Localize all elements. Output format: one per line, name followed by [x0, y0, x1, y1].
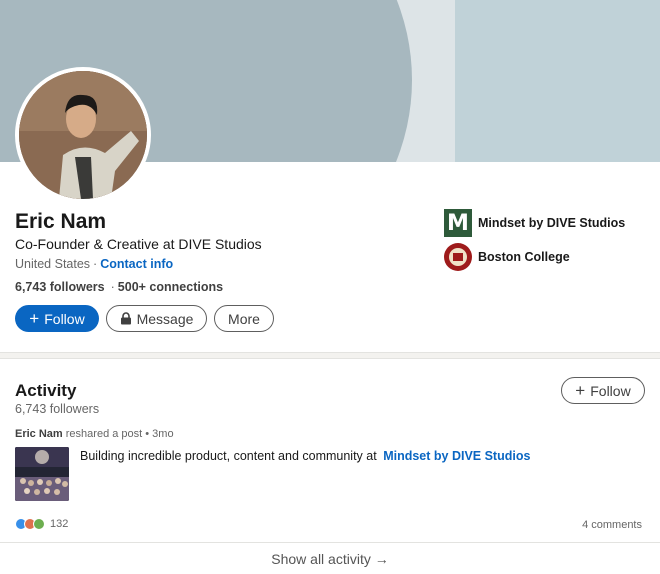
org-education[interactable]: Boston College — [444, 243, 570, 271]
post-reactions[interactable]: 132 — [15, 518, 68, 530]
plus-icon: + — [575, 381, 586, 400]
post-thumbnail[interactable] — [15, 447, 69, 501]
avatar-photo-icon — [19, 71, 147, 199]
profile-name: Eric Nam — [15, 210, 107, 233]
section-divider — [0, 352, 660, 359]
message-button[interactable]: Message — [106, 305, 207, 332]
post-company-link[interactable]: Mindset by DIVE Studios — [383, 449, 530, 463]
contact-info-link[interactable]: Contact info — [100, 257, 173, 271]
reaction-count: 132 — [50, 518, 69, 530]
support-reaction-icon — [33, 518, 45, 530]
activity-follow-button[interactable]: + Follow — [561, 377, 645, 404]
follow-button-label: Follow — [44, 310, 85, 327]
message-button-label: Message — [136, 310, 194, 327]
activity-follow-label: Follow — [590, 382, 631, 399]
stats-row: 6,743 followers · 500+ connections — [15, 280, 223, 294]
activity-title: Activity — [15, 381, 77, 400]
connections-count[interactable]: 500+ connections — [118, 280, 223, 294]
follow-button[interactable]: + Follow — [15, 305, 99, 332]
profile-headline: Co-Founder & Creative at DIVE Studios — [15, 236, 262, 252]
more-button-label: More — [228, 310, 260, 327]
plus-icon: + — [29, 309, 40, 328]
org-name: Mindset by DIVE Studios — [478, 216, 626, 230]
location-row: United States · Contact info — [15, 257, 173, 271]
activity-followers: 6,743 followers — [15, 402, 100, 416]
boston-college-seal-icon — [444, 243, 472, 271]
stats-separator: · — [110, 280, 115, 294]
post-meta: Eric Nam reshared a post • 3mo — [15, 428, 174, 440]
mindset-logo-icon: M — [444, 209, 472, 237]
post-comments-count[interactable]: 4 comments — [582, 519, 642, 531]
post-text: Building incredible product, content and… — [80, 449, 530, 463]
crowd-photo-icon — [15, 447, 69, 501]
show-all-divider — [0, 542, 660, 543]
more-button[interactable]: More — [214, 305, 274, 332]
post-body: Building incredible product, content and… — [80, 449, 377, 463]
followers-count[interactable]: 6,743 followers — [15, 280, 105, 294]
post-action: reshared a post — [65, 428, 143, 440]
post-author[interactable]: Eric Nam — [15, 428, 63, 440]
post-time: • 3mo — [145, 428, 174, 440]
banner-block — [455, 0, 660, 162]
profile-location: United States — [15, 257, 91, 271]
location-separator: · — [93, 257, 98, 271]
lock-icon — [120, 312, 131, 325]
show-all-activity-link[interactable]: Show all activity → — [0, 551, 660, 567]
org-name: Boston College — [478, 250, 570, 264]
profile-avatar[interactable] — [15, 67, 151, 203]
org-current-company[interactable]: M Mindset by DIVE Studios — [444, 209, 625, 237]
